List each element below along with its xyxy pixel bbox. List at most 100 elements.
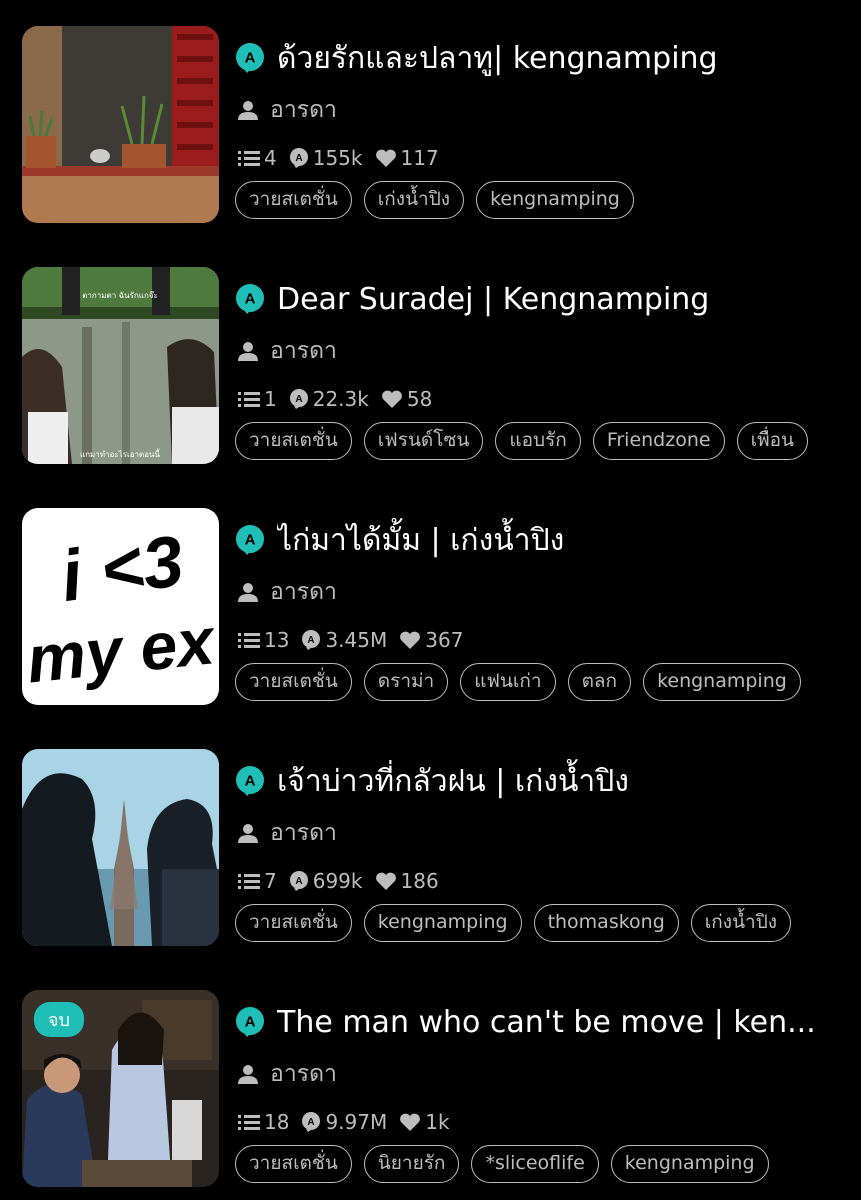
person-icon: [238, 582, 258, 602]
story-title[interactable]: ด้วยรักและปลาทู| kengnamping: [277, 35, 718, 82]
tag-chip[interactable]: เก่งน้ำปิง: [690, 904, 792, 942]
tag-chip[interactable]: แอบรัก: [495, 422, 581, 460]
chapters-count: 7: [264, 869, 277, 893]
chapters-stat: 1: [238, 387, 277, 411]
svg-text:A: A: [308, 1117, 315, 1128]
likes-count: 58: [406, 387, 433, 411]
tags-row: วายสเตชั่น นิยายรัก *sliceoflife kengnampin…: [235, 1145, 817, 1185]
author-row[interactable]: อารดา: [238, 92, 337, 128]
likes-stat: 367: [399, 628, 463, 652]
stats-row: 7 A 699k 186: [238, 869, 451, 893]
list-icon: [238, 874, 260, 889]
story-item[interactable]: i <3 my ex A ไก่มาได้มั้ม | เก่งน้ำปิง อ…: [0, 508, 861, 708]
a-badge-icon: A: [235, 766, 265, 796]
tag-chip[interactable]: นิยายรัก: [363, 1145, 460, 1183]
story-cover[interactable]: [22, 26, 219, 223]
svg-text:A: A: [295, 153, 302, 164]
tags-row: วายสเตชั่น เฟรนด์โซน แอบรัก Friendzone เพื่อ…: [235, 422, 817, 462]
tag-chip[interactable]: วายสเตชั่น: [235, 181, 352, 219]
stats-row: 4 A 155k 117: [238, 146, 451, 170]
chapters-stat: 18: [238, 1110, 289, 1134]
svg-text:A: A: [245, 532, 256, 549]
author-name: อารดา: [270, 1061, 337, 1087]
tag-chip[interactable]: เฟรนด์โซน: [363, 422, 484, 460]
likes-count: 1k: [425, 1110, 450, 1134]
tags-row: วายสเตชั่น ดราม่า แฟนเก่า ตลก kengnamping: [235, 663, 817, 703]
story-title[interactable]: Dear Suradej | Kengnamping: [277, 282, 709, 317]
likes-count: 367: [425, 628, 464, 652]
story-item[interactable]: A เจ้าบ่าวที่กลัวฝน | เก่งน้ำปิง อารดา 7…: [0, 749, 861, 949]
views-stat: A 3.45M: [301, 628, 387, 652]
svg-text:A: A: [308, 635, 315, 646]
list-icon: [238, 1115, 260, 1130]
views-count: 22.3k: [312, 387, 369, 411]
person-icon: [238, 823, 258, 843]
heart-icon: [381, 390, 402, 408]
tags-row: วายสเตชั่น เก่งน้ำปิง kengnamping: [235, 181, 817, 221]
story-item[interactable]: A ด้วยรักและปลาทู| kengnamping อารดา 4 A…: [0, 26, 861, 226]
tag-chip[interactable]: เพื่อน: [736, 422, 808, 460]
chapters-count: 18: [264, 1110, 290, 1134]
story-title[interactable]: ไก่มาได้มั้ม | เก่งน้ำปิง: [277, 517, 564, 564]
reads-icon: A: [302, 630, 321, 650]
likes-stat: 1k: [399, 1110, 450, 1134]
a-badge-icon: A: [235, 284, 265, 314]
a-badge-icon: A: [235, 1007, 265, 1037]
story-cover[interactable]: [22, 749, 219, 946]
tag-chip[interactable]: ตลก: [567, 663, 632, 701]
views-count: 9.97M: [325, 1110, 388, 1134]
cover-caption: แกมาทำอะไรเอาตอนนี้: [80, 448, 161, 459]
heart-icon: [400, 631, 421, 649]
list-icon: [238, 151, 260, 166]
stats-row: 1 A 22.3k 58: [238, 387, 444, 411]
views-count: 3.45M: [325, 628, 388, 652]
reads-icon: A: [289, 389, 308, 409]
a-badge-icon: A: [235, 43, 265, 73]
story-title[interactable]: เจ้าบ่าวที่กลัวฝน | เก่งน้ำปิง: [277, 758, 629, 805]
story-cover[interactable]: จบ: [22, 990, 219, 1187]
svg-text:A: A: [295, 394, 302, 405]
tags-row: วายสเตชั่น kengnamping thomaskong เก่งน้ำปิ…: [235, 904, 817, 944]
reads-icon: A: [289, 148, 308, 168]
author-row[interactable]: อารดา: [238, 333, 337, 369]
story-item[interactable]: จบ A The man who can't be move | ken... …: [0, 990, 861, 1190]
story-cover[interactable]: ตากามตา ฉันรักแกจ๊ะ แกมาทำอะไรเอาตอนนี้: [22, 267, 219, 464]
author-row[interactable]: อารดา: [238, 574, 337, 610]
story-cover[interactable]: i <3 my ex: [22, 508, 219, 705]
tag-chip[interactable]: kengnamping: [610, 1145, 769, 1183]
author-row[interactable]: อารดา: [238, 815, 337, 851]
views-count: 699k: [312, 869, 363, 893]
tag-chip[interactable]: วายสเตชั่น: [235, 663, 352, 701]
tag-chip[interactable]: วายสเตชั่น: [235, 904, 352, 942]
tag-chip[interactable]: วายสเตชั่น: [235, 1145, 352, 1183]
cover-image: [22, 26, 219, 223]
tag-chip[interactable]: *sliceoflife: [471, 1145, 599, 1183]
author-row[interactable]: อารดา: [238, 1056, 337, 1092]
views-stat: A 699k: [289, 869, 363, 893]
author-name: อารดา: [270, 338, 337, 364]
stats-row: 13 A 3.45M 367: [238, 628, 475, 652]
tag-chip[interactable]: kengnamping: [643, 663, 801, 701]
cover-image: ตากามตา ฉันรักแกจ๊ะ แกมาทำอะไรเอาตอนนี้: [22, 267, 219, 464]
a-badge-icon: A: [235, 525, 265, 555]
tag-chip[interactable]: kengnamping: [476, 181, 634, 219]
tag-chip[interactable]: kengnamping: [363, 904, 522, 942]
tag-chip[interactable]: thomaskong: [533, 904, 679, 942]
story-title[interactable]: The man who can't be move | ken...: [277, 1005, 816, 1040]
tag-chip[interactable]: ดราม่า: [363, 663, 449, 701]
views-stat: A 9.97M: [301, 1110, 387, 1134]
tag-chip[interactable]: แฟนเก่า: [460, 663, 556, 701]
likes-count: 117: [400, 146, 439, 170]
cover-image: [22, 749, 219, 946]
list-icon: [238, 633, 260, 648]
tag-chip[interactable]: วายสเตชั่น: [235, 422, 352, 460]
chapters-stat: 4: [238, 146, 277, 170]
reads-icon: A: [289, 871, 308, 891]
cover-caption: i <3: [56, 521, 188, 617]
tag-chip[interactable]: Friendzone: [592, 422, 725, 460]
likes-count: 186: [400, 869, 439, 893]
views-stat: A 155k: [289, 146, 363, 170]
tag-chip[interactable]: เก่งน้ำปิง: [363, 181, 465, 219]
reads-icon: A: [302, 1112, 321, 1132]
story-item[interactable]: ตากามตา ฉันรักแกจ๊ะ แกมาทำอะไรเอาตอนนี้ …: [0, 267, 861, 467]
